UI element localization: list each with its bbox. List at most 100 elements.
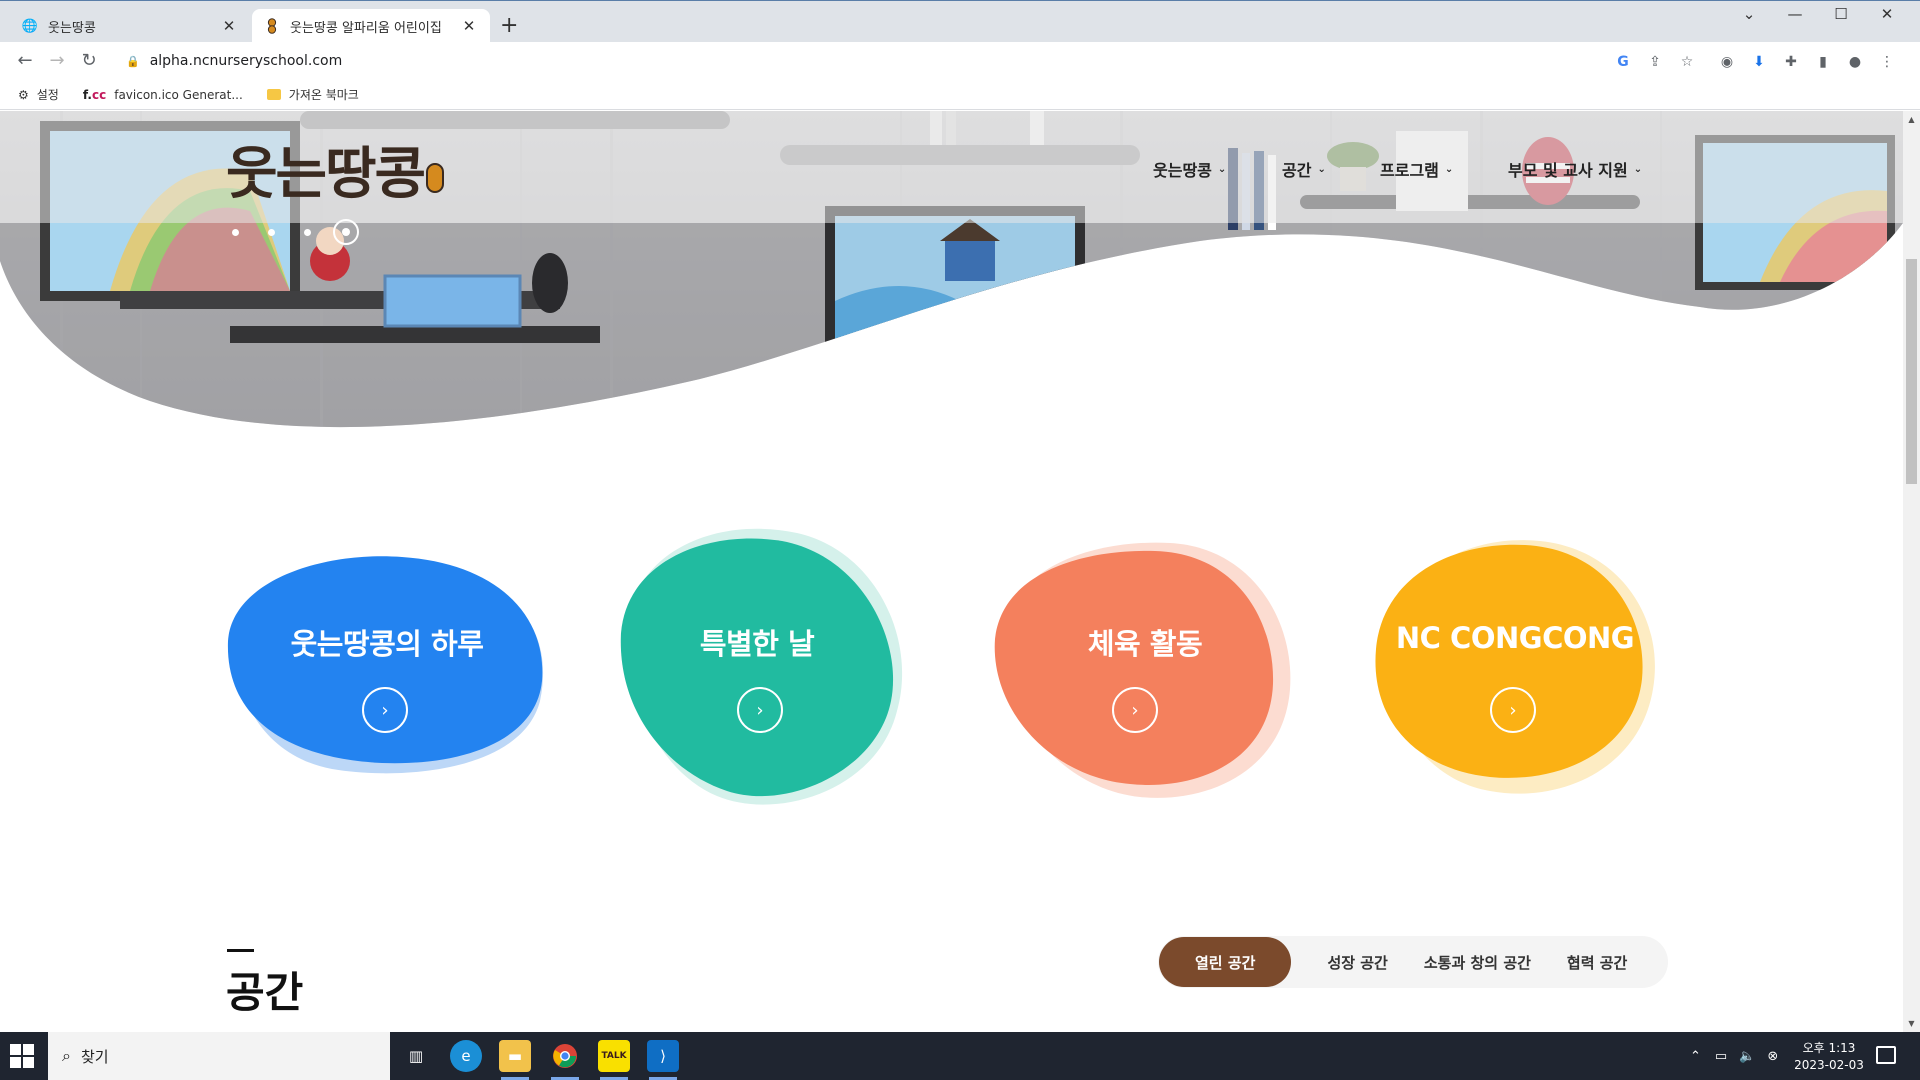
hero-slider: 웃는땅콩 웃는땅콩 ⌄ 공간 ⌄ 프로그램 ⌄ 부모 및 교사 지원 ⌄ — [0, 111, 1903, 441]
share-icon[interactable]: ⇪ — [1644, 52, 1666, 74]
notification-icon[interactable] — [1876, 1046, 1896, 1064]
scrollbar-thumb[interactable] — [1906, 259, 1917, 484]
nav-label: 웃는땅콩 — [1153, 161, 1212, 180]
nav-item-space[interactable]: 공간 ⌄ — [1282, 157, 1326, 181]
nav-item-about[interactable]: 웃는땅콩 ⌄ — [1153, 157, 1226, 181]
gear-icon: ⚙ — [18, 87, 29, 102]
nav-label: 공간 — [1282, 161, 1312, 180]
bookmark-imported-folder[interactable]: 가져온 북마크 — [266, 86, 359, 103]
camera-icon[interactable]: ◉ — [1716, 52, 1738, 74]
tab-strip: 🌐 웃는땅콩 ✕ 웃는땅콩 알파리움 어린이집 ✕ + ⌄ — ☐ ✕ — [0, 0, 1920, 43]
side-panel-icon[interactable]: ▮ — [1812, 52, 1834, 74]
site-logo[interactable]: 웃는땅콩 — [226, 129, 445, 210]
chrome-icon[interactable] — [549, 1040, 581, 1080]
bookmark-favicon-generator[interactable]: f.cc favicon.ico Generat... — [83, 88, 243, 102]
chevron-right-icon[interactable]: › — [737, 687, 783, 733]
nav-label: 프로그램 — [1380, 161, 1439, 180]
menu-kebab-icon[interactable]: ⋮ — [1876, 52, 1898, 74]
taskbar-clock[interactable]: 오후 1:13 2023-02-03 — [1784, 1040, 1874, 1074]
forward-icon[interactable]: → — [44, 49, 70, 75]
google-translate-icon[interactable]: G — [1612, 52, 1634, 74]
maximize-icon[interactable]: ☐ — [1818, 5, 1864, 23]
taskbar-search[interactable]: ⌕ 찾기 — [48, 1032, 390, 1080]
card-blob — [1375, 544, 1643, 778]
new-tab-button[interactable]: + — [500, 13, 518, 39]
tab-open-space[interactable]: 열린 공간 — [1159, 937, 1292, 987]
file-explorer-icon[interactable]: ▬ — [499, 1040, 531, 1080]
profile-icon[interactable]: ● — [1844, 52, 1866, 74]
slider-dot-3[interactable] — [304, 228, 311, 236]
search-placeholder: 찾기 — [80, 1047, 109, 1066]
card-title: 체육 활동 — [1087, 627, 1203, 661]
scroll-up-icon[interactable]: ▲ — [1903, 115, 1920, 124]
browser-tab-active[interactable]: 웃는땅콩 알파리움 어린이집 ✕ — [252, 9, 490, 43]
windows-start-icon[interactable] — [10, 1044, 34, 1068]
edge-icon[interactable]: e — [450, 1040, 482, 1072]
close-tab-icon[interactable]: ✕ — [460, 17, 478, 35]
clock-time: 오후 1:13 — [1802, 1041, 1856, 1055]
vscode-icon[interactable]: ⟩ — [647, 1040, 679, 1080]
lock-icon[interactable]: 🔒 — [126, 55, 140, 68]
bookmark-label: favicon.ico Generat... — [114, 87, 243, 102]
taskbar: ⌕ 찾기 ▥ e ▬ TALK ⟩ ⌃ ▭ 🔈 ⊗ 오후 1:13 2023-0… — [0, 1032, 1920, 1080]
slider-dot-1[interactable] — [232, 228, 239, 236]
bookmark-star-icon[interactable]: ☆ — [1676, 52, 1698, 74]
tab-communication-space[interactable]: 소통과 창의 공간 — [1406, 937, 1549, 987]
bookmarks-bar: ⚙ 설정 f.cc favicon.ico Generat... 가져온 북마크 — [0, 80, 1920, 110]
card-nc-congcong[interactable]: NC CONGCONG › — [1370, 529, 1660, 809]
chevron-right-icon[interactable]: › — [362, 687, 408, 733]
browser-tab-inactive[interactable]: 🌐 웃는땅콩 ✕ — [10, 9, 250, 43]
bookmark-label: 가져온 북마크 — [288, 88, 359, 102]
bookmark-settings[interactable]: ⚙ 설정 — [18, 86, 59, 103]
nav-item-support[interactable]: 부모 및 교사 지원 ⌄ — [1508, 157, 1642, 181]
card-title: 웃는땅콩의 하루 — [290, 627, 484, 661]
volume-muted-icon[interactable]: 🔈 — [1739, 1049, 1755, 1064]
url-text[interactable]: alpha.ncnurseryschool.com — [150, 53, 343, 69]
page-scrollbar[interactable]: ▲ ▼ — [1903, 111, 1920, 1032]
card-physical-activity[interactable]: 체육 활동 › — [990, 529, 1300, 809]
download-icon[interactable]: ⬇ — [1748, 52, 1770, 74]
task-view-icon[interactable]: ▥ — [400, 1040, 432, 1072]
network-icon[interactable]: ▭ — [1715, 1049, 1727, 1064]
peanut-favicon-icon — [264, 18, 280, 34]
chevron-down-icon: ⌄ — [1633, 163, 1643, 175]
card-daily[interactable]: 웃는땅콩의 하루 › — [222, 541, 552, 781]
slider-dot-2[interactable] — [268, 228, 275, 236]
nav-label: 부모 및 교사 지원 — [1508, 161, 1628, 180]
tab-title: 웃는땅콩 — [48, 20, 96, 36]
chevron-down-icon: ⌄ — [1444, 163, 1454, 175]
extensions-icon[interactable]: ✚ — [1780, 52, 1802, 74]
chevron-right-icon[interactable]: › — [1112, 687, 1158, 733]
slider-dot-4-active[interactable] — [333, 219, 359, 245]
tab-search-icon[interactable]: ⌄ — [1726, 5, 1772, 23]
space-tabs: 열린 공간 성장 공간 소통과 창의 공간 협력 공간 — [1158, 936, 1668, 988]
tab-cooperation-space[interactable]: 협력 공간 — [1549, 937, 1645, 987]
reload-icon[interactable]: ↻ — [76, 49, 102, 75]
minimize-icon[interactable]: — — [1772, 5, 1818, 23]
scroll-down-icon[interactable]: ▼ — [1903, 1019, 1920, 1028]
close-tab-icon[interactable]: ✕ — [220, 17, 238, 35]
chevron-right-icon[interactable]: › — [1490, 687, 1536, 733]
globe-icon: 🌐 — [21, 18, 39, 34]
slider-pagination — [232, 219, 359, 245]
logo-text: 웃는땅콩 — [226, 141, 426, 207]
status-x-icon[interactable]: ⊗ — [1767, 1049, 1778, 1064]
card-title: NC CONGCONG — [1395, 621, 1635, 655]
close-window-icon[interactable]: ✕ — [1864, 5, 1910, 23]
kakaotalk-icon[interactable]: TALK — [598, 1040, 630, 1080]
favicon-generator-icon: f.cc — [82, 87, 107, 102]
system-tray: ⌃ ▭ 🔈 ⊗ — [1690, 1032, 1778, 1080]
card-title: 특별한 날 — [699, 627, 815, 661]
page-viewport: 웃는땅콩 웃는땅콩 ⌄ 공간 ⌄ 프로그램 ⌄ 부모 및 교사 지원 ⌄ 웃는땅… — [0, 111, 1920, 1032]
peanut-logo-icon — [426, 163, 445, 194]
chevron-down-icon: ⌄ — [1217, 163, 1227, 175]
folder-icon — [266, 89, 281, 100]
chevron-up-icon[interactable]: ⌃ — [1690, 1049, 1701, 1064]
bookmark-label: 설정 — [36, 88, 59, 102]
search-icon: ⌕ — [62, 1046, 71, 1065]
back-icon[interactable]: ← — [12, 49, 38, 75]
card-blob — [994, 550, 1274, 785]
nav-item-program[interactable]: 프로그램 ⌄ — [1380, 157, 1453, 181]
card-special-day[interactable]: 특별한 날 › — [607, 521, 907, 821]
tab-growth-space[interactable]: 성장 공간 — [1309, 937, 1405, 987]
